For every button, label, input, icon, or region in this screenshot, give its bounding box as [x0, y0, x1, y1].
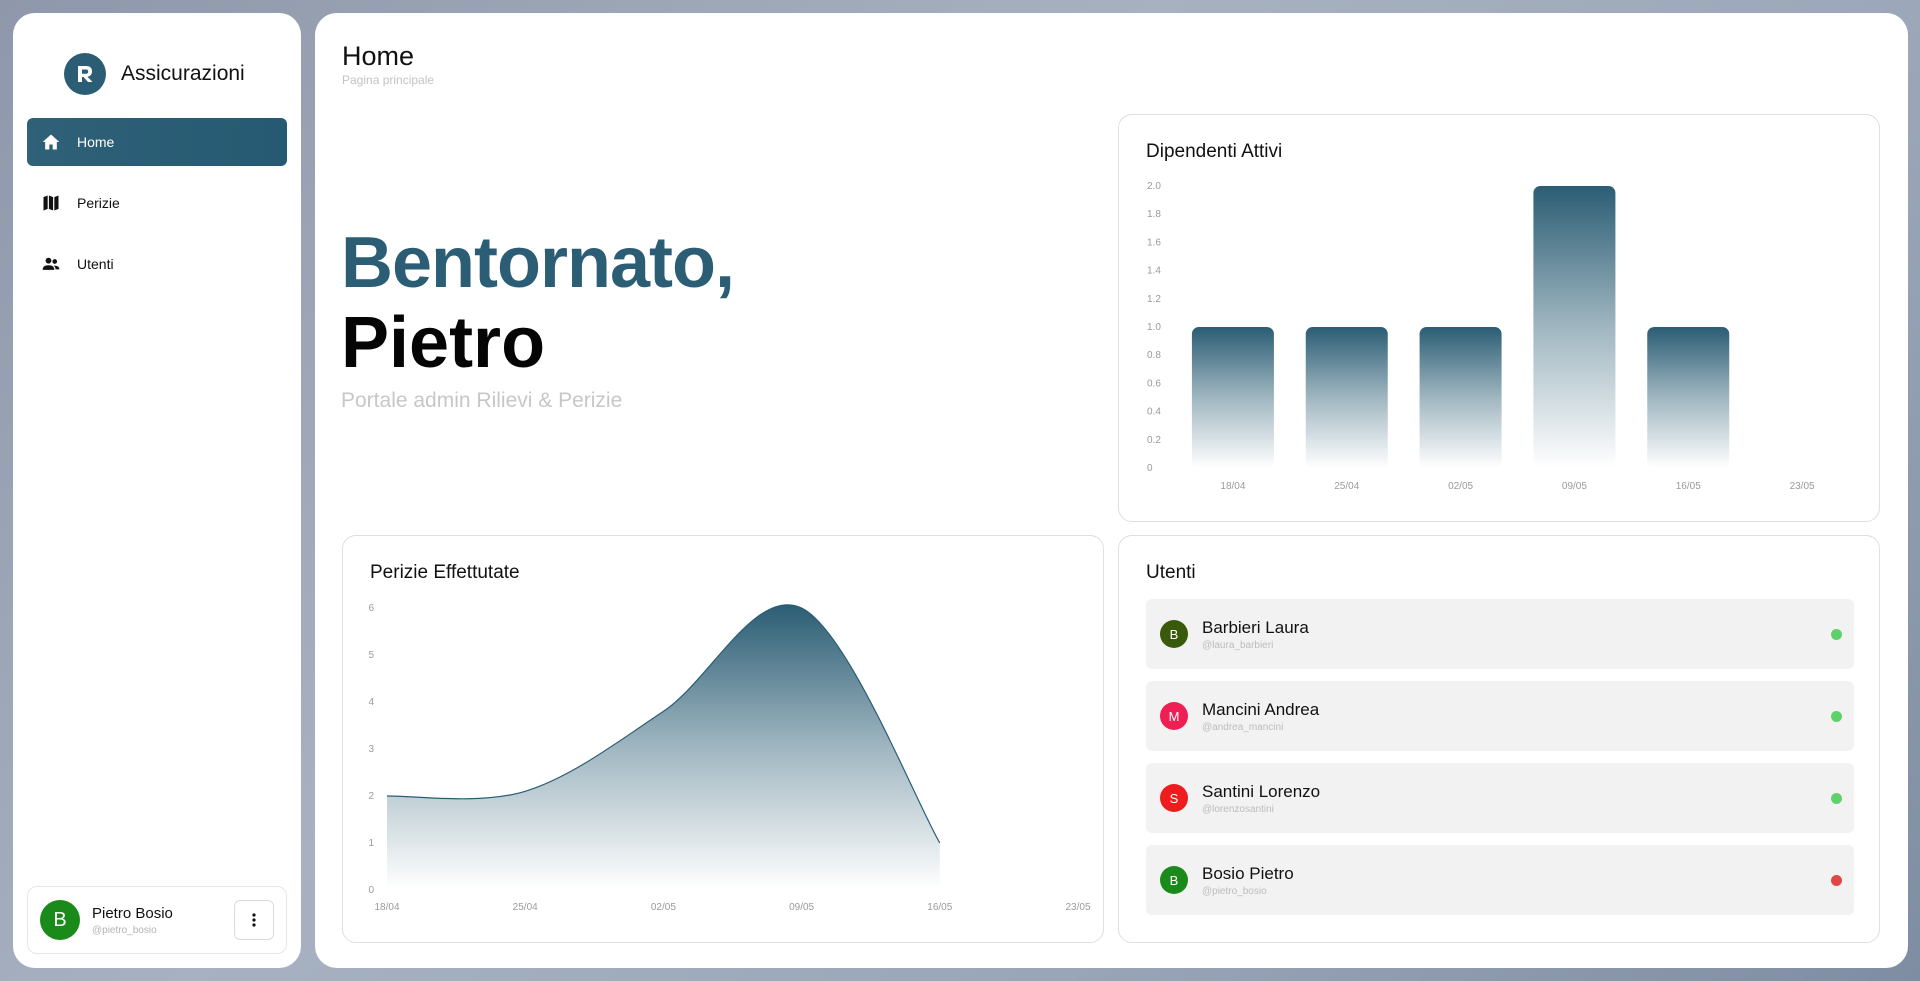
x-tick-label: 23/05 [1790, 481, 1815, 492]
user-handle: @lorenzosantini [1202, 803, 1274, 815]
x-tick-label: 25/04 [1334, 481, 1359, 492]
x-tick-label: 18/04 [1220, 481, 1245, 492]
list-item[interactable]: M Mancini Andrea @andrea_mancini [1146, 681, 1854, 751]
welcome-name: Pietro [341, 303, 546, 383]
users-card: Utenti B Barbieri Laura @laura_barbieri … [1118, 535, 1880, 943]
brand: Assicurazioni [64, 52, 287, 96]
home-icon [42, 134, 60, 150]
y-tick-label: 0.8 [1147, 350, 1161, 361]
avatar: M [1160, 702, 1188, 730]
user-name: Bosio Pietro [1202, 863, 1294, 883]
bar-chart: 0 0.2 0.4 0.6 0.8 1.0 1.2 1.4 1.6 1.8 2.0 18/04 25/0… [1147, 181, 1815, 492]
y-tick-label: 2.0 [1147, 181, 1161, 192]
users-list: B Barbieri Laura @laura_barbieri M Manci… [1146, 599, 1854, 927]
users-icon [42, 257, 60, 270]
avatar: S [1160, 784, 1188, 812]
main-panel: Home Pagina principale Bentornato, Pietr… [315, 13, 1908, 968]
list-item[interactable]: B Bosio Pietro @pietro_bosio [1146, 845, 1854, 915]
y-tick-label: 0 [368, 885, 374, 896]
y-tick-label: 3 [368, 744, 374, 755]
user-name: Mancini Andrea [1202, 699, 1320, 719]
sidebar: Assicurazioni Home Perizie Utenti B Piet… [13, 13, 301, 968]
sidebar-item-label: Home [77, 134, 115, 150]
app-name: Assicurazioni [121, 62, 245, 85]
map-icon [43, 195, 59, 211]
list-item[interactable]: B Barbieri Laura @laura_barbieri [1146, 599, 1854, 669]
area-chart: 0 1 2 3 4 5 6 18/04 25/04 02/05 09/05 16/05 23/05 [368, 603, 1091, 913]
y-tick-label: 0.2 [1147, 435, 1161, 446]
x-tick-label: 23/05 [1065, 902, 1090, 913]
y-tick-label: 0.6 [1147, 378, 1161, 389]
status-dot [1831, 874, 1842, 886]
y-tick-label: 1 [368, 838, 374, 849]
status-dot [1831, 628, 1842, 640]
logo-icon [64, 53, 106, 95]
bar [1191, 327, 1274, 468]
x-tick-label: 25/04 [513, 902, 538, 913]
avatar: B [40, 900, 80, 940]
bar [1647, 327, 1730, 468]
y-tick-label: 0.4 [1147, 407, 1161, 418]
y-tick-label: 1.6 [1147, 237, 1161, 248]
y-tick-label: 1.8 [1147, 209, 1161, 220]
user-name: Barbieri Laura [1202, 617, 1309, 637]
user-profile-card: B Pietro Bosio @pietro_bosio [27, 886, 287, 954]
x-tick-label: 02/05 [651, 902, 676, 913]
status-dot [1831, 710, 1842, 722]
welcome-greeting: Bentornato, [341, 223, 735, 303]
user-handle: @pietro_bosio [1202, 885, 1267, 897]
users-card-title: Utenti [1146, 562, 1196, 583]
y-tick-label: 1.0 [1147, 322, 1161, 333]
status-dot [1831, 792, 1842, 804]
sidebar-item-home[interactable]: Home [27, 118, 287, 166]
profile-handle: @pietro_bosio [92, 924, 157, 936]
area-series [387, 604, 940, 890]
sidebar-item-perizie[interactable]: Perizie [27, 179, 287, 227]
sidebar-nav: Home Perizie Utenti [27, 118, 287, 288]
bar [1305, 327, 1388, 468]
page-title: Home [342, 41, 415, 71]
avatar: B [1160, 866, 1188, 894]
y-tick-label: 0 [1147, 463, 1153, 474]
x-tick-label: 02/05 [1448, 481, 1473, 492]
y-tick-label: 5 [368, 650, 374, 661]
welcome-block: Bentornato, Pietro Portale admin Rilievi… [341, 223, 735, 413]
x-tick-label: 09/05 [789, 902, 814, 913]
more-vertical-icon [252, 913, 256, 927]
y-tick-label: 6 [368, 603, 374, 614]
user-handle: @andrea_mancini [1202, 721, 1284, 733]
profile-name: Pietro Bosio [92, 904, 173, 922]
y-tick-label: 4 [368, 697, 374, 708]
user-name: Santini Lorenzo [1202, 781, 1321, 801]
y-tick-label: 1.2 [1147, 294, 1161, 305]
list-item[interactable]: S Santini Lorenzo @lorenzosantini [1146, 763, 1854, 833]
sidebar-item-label: Perizie [77, 195, 120, 211]
bar [1533, 186, 1616, 468]
more-options-button[interactable] [234, 900, 274, 940]
x-tick-label: 16/05 [1676, 481, 1701, 492]
y-tick-label: 1.4 [1147, 266, 1161, 277]
x-tick-label: 18/04 [374, 902, 399, 913]
sidebar-item-utenti[interactable]: Utenti [27, 240, 287, 288]
y-tick-label: 2 [368, 791, 374, 802]
x-tick-label: 16/05 [927, 902, 952, 913]
bar [1419, 327, 1502, 468]
x-tick-label: 09/05 [1562, 481, 1587, 492]
chart-card-dipendenti: Dipendenti Attivi 0 0.2 0.4 0.6 0.8 1.0 1.2 1.4… [1118, 114, 1880, 522]
user-handle: @laura_barbieri [1202, 639, 1274, 651]
avatar: B [1160, 620, 1188, 648]
page-subtitle: Pagina principale [342, 73, 435, 87]
sidebar-item-label: Utenti [77, 256, 114, 272]
welcome-subtitle: Portale admin Rilievi & Perizie [341, 389, 623, 412]
chart-card-perizie: Perizie Effettutate 0 1 2 3 4 5 6 18/04 25/04 02/… [342, 535, 1104, 943]
